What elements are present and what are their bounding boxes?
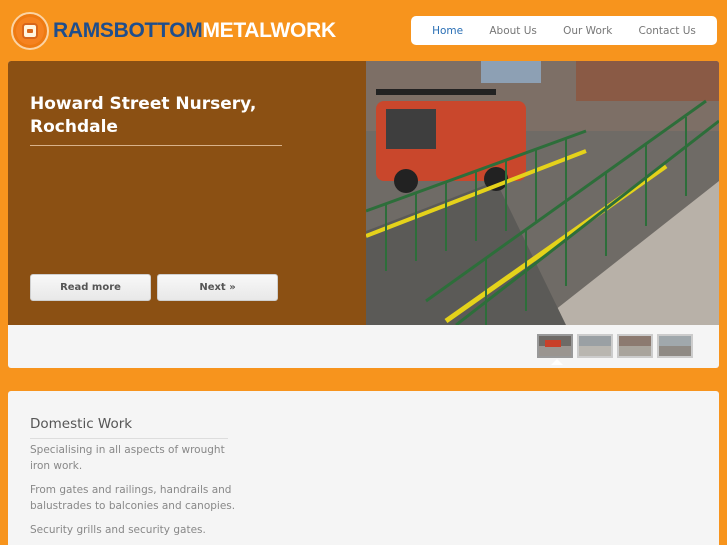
main-nav: Home About Us Our Work Contact Us (411, 16, 717, 45)
thumbnail-1[interactable] (537, 334, 573, 358)
section-divider (30, 438, 228, 439)
featured-slider: Howard Street Nursery, Rochdale Read mor… (8, 61, 719, 368)
read-more-button[interactable]: Read more (30, 274, 151, 301)
brand-name-part2: METALWORK (202, 19, 336, 42)
domestic-work-section: Domestic Work Specialising in all aspect… (8, 391, 719, 545)
active-thumbnail-pointer (551, 359, 563, 365)
section-paragraph: Specialising in all aspects of wrought i… (30, 444, 225, 472)
slide-caption-panel: Howard Street Nursery, Rochdale Read mor… (8, 61, 366, 325)
thumbnail-2[interactable] (577, 334, 613, 358)
slide-divider (30, 145, 282, 146)
slide-title: Howard Street Nursery, Rochdale (30, 94, 257, 137)
brand-name-part1: RAMSBOTTOM (53, 19, 203, 42)
thumbnail-3[interactable] (617, 334, 653, 358)
section-heading: Domestic Work (30, 416, 133, 432)
railing-photo-illustration (366, 61, 719, 325)
slider-thumbnails (537, 334, 693, 358)
section-paragraph: From gates and railings, handrails and b… (30, 484, 236, 512)
nav-home[interactable]: Home (432, 25, 463, 37)
slide-photo (366, 61, 719, 325)
site-logo[interactable]: RAMSBOTTOMMETALWORK (11, 12, 336, 50)
thumbnail-4[interactable] (657, 334, 693, 358)
nav-our-work[interactable]: Our Work (563, 25, 612, 37)
nav-about-us[interactable]: About Us (489, 25, 537, 37)
next-slide-button[interactable]: Next » (157, 274, 278, 301)
logo-emblem-icon (11, 12, 49, 50)
section-paragraph: Security grills and security gates. (30, 524, 206, 536)
nav-contact-us[interactable]: Contact Us (639, 25, 696, 37)
logo-text: RAMSBOTTOMMETALWORK (53, 19, 336, 43)
